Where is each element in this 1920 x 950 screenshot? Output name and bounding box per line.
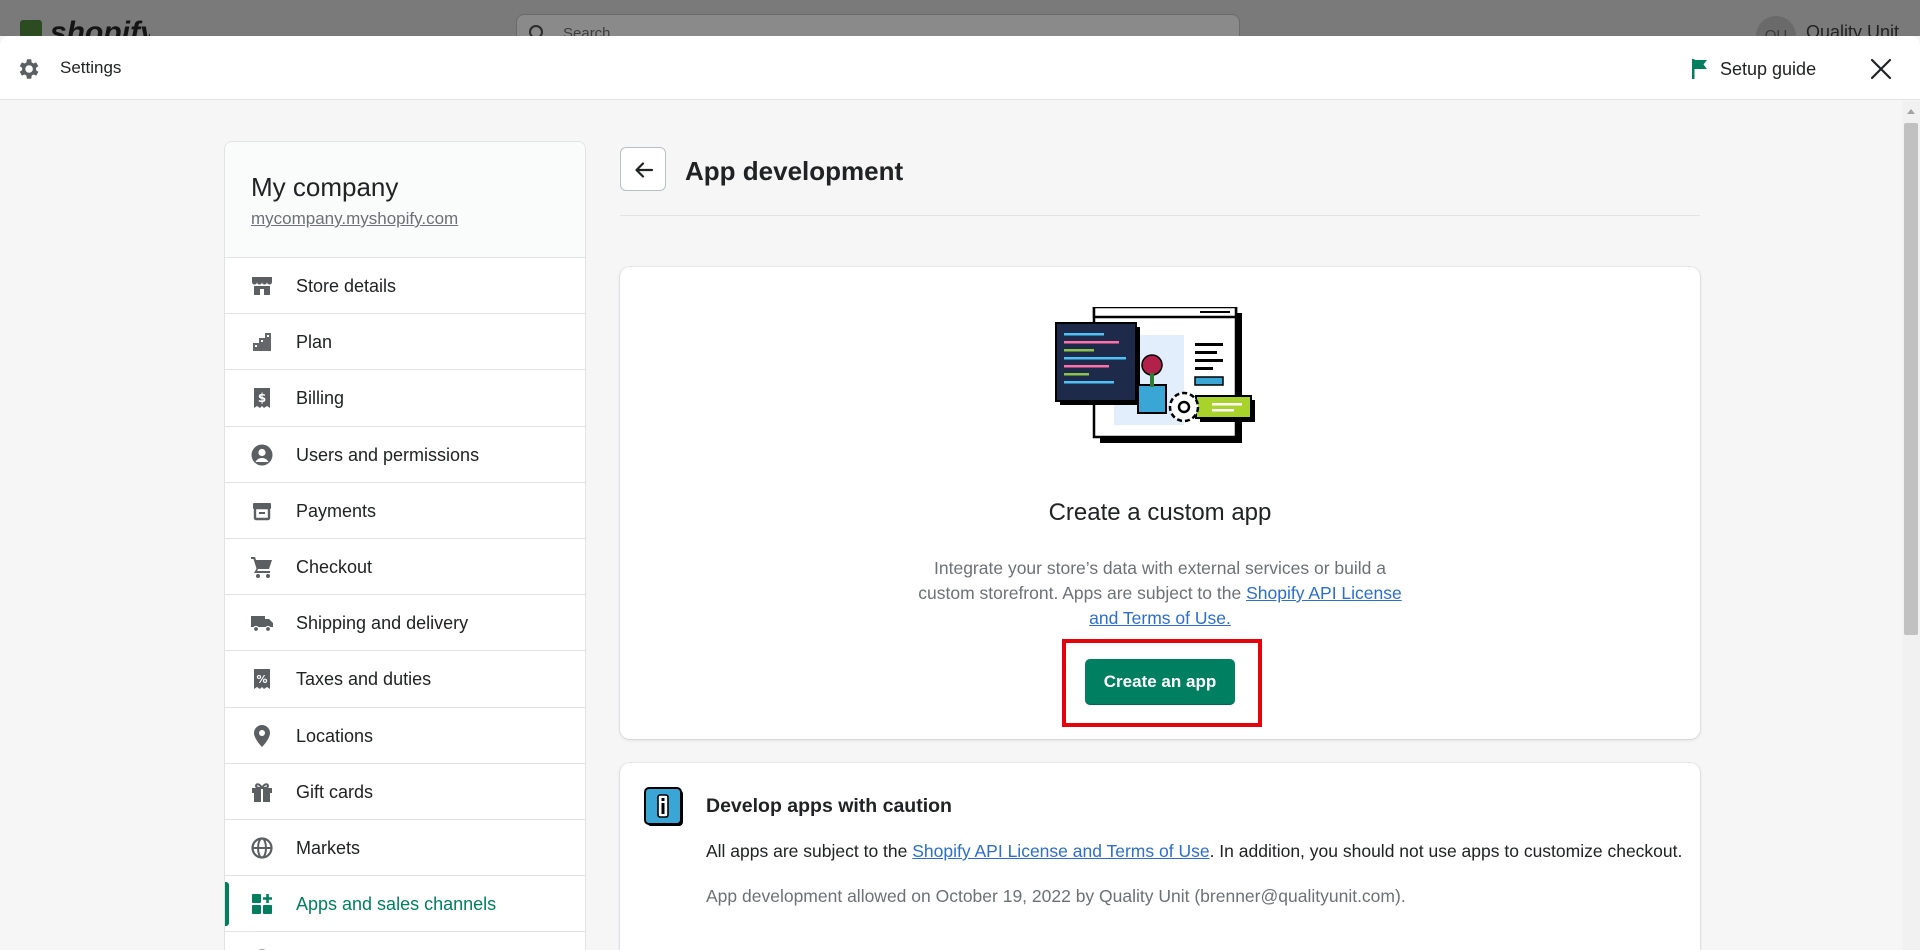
sidebar-item-billing[interactable]: $ Billing [225,370,585,427]
app-development-permission-meta: App development allowed on October 19, 2… [706,886,1406,906]
billing-icon: $ [254,388,270,409]
shopping-bag-icon [20,20,42,36]
custom-app-illustration [1055,307,1255,443]
title-divider [620,215,1700,216]
plan-icon [253,333,271,352]
caution-title: Develop apps with caution [706,795,952,817]
gift-icon [252,782,272,802]
sidebar-item-checkout[interactable]: Checkout [225,539,585,596]
sidebar-item-more[interactable] [225,932,585,950]
flag-icon [1692,59,1707,79]
globe-icon [251,837,273,859]
sidebar-item-plan[interactable]: Plan [225,314,585,371]
setup-guide-label: Setup guide [1720,58,1817,79]
back-button[interactable] [620,147,666,191]
sidebar-item-shipping-and-delivery[interactable]: Shipping and delivery [225,595,585,652]
scroll-up-arrow-icon[interactable] [1907,109,1915,114]
tax-icon: % [254,669,270,690]
svg-text:$: $ [258,391,266,405]
sidebar-item-apps-and-sales-channels[interactable]: Apps and sales channels [225,876,585,933]
arrow-left-icon [635,162,654,178]
sidebar-item-payments[interactable]: Payments [225,483,585,539]
scroll-thumb[interactable] [1904,123,1918,635]
sidebar-item-markets[interactable]: Markets [225,820,585,877]
create-an-app-button[interactable]: Create an app [1085,659,1235,705]
settings-sidebar: My company mycompany.myshopify.com Store… [224,141,586,950]
shopify-logo: shopify [20,16,150,36]
store-icon [252,277,272,295]
app-development-title: App development [685,156,904,186]
close-icon[interactable] [1866,54,1896,84]
sidebar-item-gift-cards[interactable]: Gift cards [225,764,585,820]
truck-icon [251,616,273,633]
scrollbar[interactable] [1902,101,1920,950]
user-icon [251,444,273,466]
gear-icon [19,59,39,79]
sidebar-item-taxes-and-duties[interactable]: % Taxes and duties [225,651,585,708]
background-topbar: shopify Search QU Quality Unit [0,0,1920,56]
sidebar-item-store-details[interactable]: Store details [225,258,585,315]
caution-text: All apps are subject to the Shopify API … [706,841,1683,861]
payments-icon [253,502,271,520]
svg-text:%: % [256,673,267,686]
store-name: My company [251,172,399,202]
setup-guide-button[interactable]: Setup guide [1690,54,1816,84]
page-title: Settings [60,58,122,77]
develop-apps-caution-card: Develop apps with caution All apps are s… [620,763,1700,950]
sidebar-item-locations[interactable]: Locations [225,708,585,764]
custom-app-heading: Create a custom app [1048,499,1272,526]
info-icon [644,787,683,826]
api-license-link-2[interactable]: Shopify API License and Terms of Use [912,841,1209,861]
cart-icon [251,556,272,578]
settings-nav: Store details Plan $ Billing Users and p… [225,258,585,950]
sidebar-item-users-and-permissions[interactable]: Users and permissions [225,427,585,483]
store-url-link[interactable]: mycompany.myshopify.com [251,209,458,229]
store-header: My company mycompany.myshopify.com [225,142,585,258]
create-custom-app-card: Create a custom app Integrate your store… [620,267,1700,739]
apps-icon [252,894,272,915]
location-pin-icon [254,724,270,747]
custom-app-description: Integrate your store’s data with externa… [918,558,1402,628]
settings-header: Settings Setup guide [0,36,1920,100]
